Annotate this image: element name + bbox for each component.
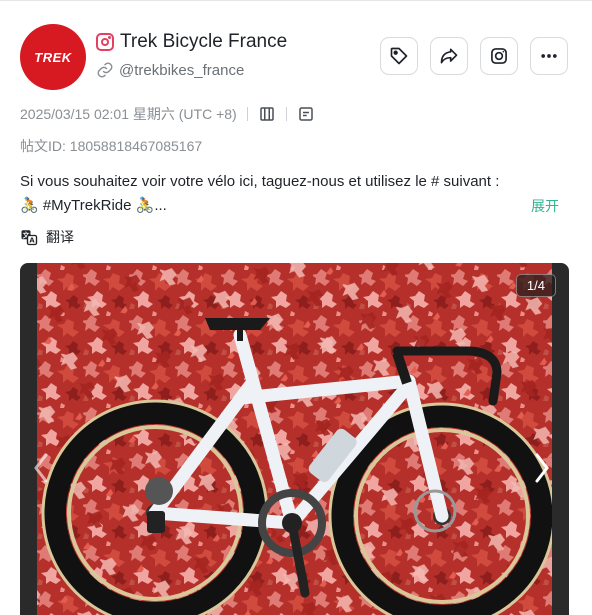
top-divider (0, 0, 592, 1)
document-icon[interactable] (297, 105, 315, 123)
more-icon (541, 54, 557, 58)
instagram-button[interactable] (480, 37, 518, 75)
instagram-icon (491, 48, 507, 64)
svg-text:A: A (29, 237, 35, 245)
avatar-logo-text: TREK (34, 49, 72, 65)
account-handle-row[interactable]: @trekbikes_france (96, 61, 244, 79)
tag-button[interactable] (380, 37, 418, 75)
translate-label: 翻译 (46, 229, 74, 245)
post-caption: Si vous souhaitez voir votre vélo ici, t… (20, 170, 580, 218)
meta-divider (246, 107, 248, 121)
link-icon (97, 62, 113, 78)
bike-photo (37, 263, 552, 615)
tag-icon (390, 47, 408, 65)
avatar[interactable]: TREK (20, 24, 86, 90)
action-toolbar (380, 37, 568, 75)
account-name-row: Trek Bicycle France (96, 30, 287, 54)
translate-button[interactable]: 文 A 翻译 (20, 227, 74, 247)
caption-line: Si vous souhaitez voir votre vélo ici, t… (20, 173, 500, 190)
chevron-right-icon (535, 453, 549, 483)
share-icon (440, 48, 458, 64)
expand-link[interactable]: 展开 (531, 196, 559, 216)
share-button[interactable] (430, 37, 468, 75)
media-counter: 1/4 (515, 274, 556, 297)
meta-divider (285, 107, 287, 121)
post-meta-row: 2025/03/15 02:01 星期六 (UTC +8) (20, 104, 315, 124)
instagram-icon (96, 33, 114, 51)
post-photo[interactable] (37, 263, 552, 615)
caption-line: 🚴 #MyTrekRide 🚴... (20, 197, 167, 214)
account-display-name[interactable]: Trek Bicycle France (120, 31, 287, 53)
translate-icon: 文 A (21, 230, 38, 246)
media-carousel[interactable]: 1/4 (20, 263, 569, 615)
more-button[interactable] (530, 37, 568, 75)
post-datetime: 2025/03/15 02:01 星期六 (UTC +8) (20, 106, 237, 122)
book-icon[interactable] (258, 105, 276, 123)
chevron-left-icon (34, 453, 48, 483)
next-slide-button[interactable] (531, 448, 553, 488)
post-id: 帖文ID: 1805881846708516​7 (20, 138, 203, 154)
previous-slide-button[interactable] (30, 448, 52, 488)
account-handle: @trekbikes_france (119, 61, 245, 79)
